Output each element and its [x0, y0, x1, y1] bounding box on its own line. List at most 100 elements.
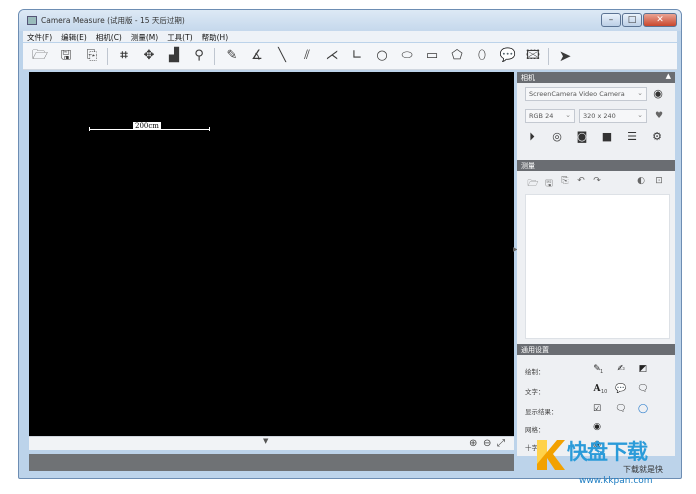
move-icon[interactable]: ✥: [138, 46, 160, 66]
scale-ruler[interactable]: 200cm: [89, 122, 210, 132]
watermark-subtitle: 下载就是快: [623, 465, 663, 474]
histogram-icon[interactable]: ▟: [163, 46, 185, 66]
crop-icon[interactable]: ⌗: [113, 46, 135, 66]
grid-label: 网格：: [525, 426, 545, 434]
toolbar-separator: [548, 48, 549, 65]
open-icon[interactable]: 🗁: [29, 46, 51, 66]
viewport-bottom-bar: ▼ ⊕ ⊖ ⤢: [29, 436, 514, 450]
zoom-icon[interactable]: ⚲: [188, 46, 210, 66]
toolbar: 🗁 🖫 ⎘ ⌗ ✥ ▟ ⚲ ✎ ∡ ╲ ⫽ ⋌ ∟ ○ ⬭ ▭ ⬠ ⬯ 💬 🖾 …: [23, 43, 677, 70]
angle-icon[interactable]: ∡: [246, 46, 268, 66]
chevron-down-icon: ⌄: [637, 111, 643, 119]
pencil-icon[interactable]: ✎: [221, 46, 243, 66]
zoom-in-icon[interactable]: ⊕: [469, 438, 477, 449]
line-icon[interactable]: ╲: [271, 46, 293, 66]
format-select[interactable]: RGB 24 ⌄: [525, 109, 575, 123]
grid-eye-icon[interactable]: ◉: [591, 422, 603, 432]
circle-icon[interactable]: ○: [371, 46, 393, 66]
result-check-icon[interactable]: ☑: [591, 404, 603, 414]
export-icon[interactable]: ⎘: [559, 176, 571, 186]
draw-label: 绘制：: [525, 368, 545, 376]
visibility-icon[interactable]: ◐: [635, 176, 647, 186]
adjust-icon[interactable]: ☰: [625, 130, 639, 143]
app-icon: [27, 16, 37, 25]
lock-icon[interactable]: ⊡: [653, 176, 665, 186]
status-bar: [29, 454, 514, 471]
menu-bar: 文件(F) 编辑(E) 相机(C) 测量(M) 工具(T) 帮助(H): [23, 31, 677, 42]
right-panel: 相机 ▲ ScreenCamera Video Camera ⌄ ◉ RGB 2…: [517, 72, 675, 456]
save-measure-icon[interactable]: 🖫: [543, 176, 555, 192]
save-as-icon[interactable]: ⎘: [81, 46, 103, 66]
menu-help[interactable]: 帮助(H): [198, 31, 234, 42]
camera-viewport[interactable]: 200cm: [29, 72, 514, 436]
format-select-value: RGB 24: [529, 112, 554, 120]
toolbar-separator: [214, 48, 215, 65]
record-icon[interactable]: ■: [600, 130, 614, 143]
chevron-down-icon: ⌄: [637, 89, 643, 97]
window-title: Camera Measure (试用版 - 15 天后过期): [41, 16, 185, 25]
stop-icon[interactable]: ◎: [550, 130, 564, 143]
parallel-lines-icon[interactable]: ⫽: [296, 46, 318, 66]
save-icon[interactable]: 🖫: [55, 46, 77, 66]
main-window: Camera Measure (试用版 - 15 天后过期) – □ ✕ 文件(…: [18, 9, 682, 479]
text-label: 文字：: [525, 388, 545, 396]
fill-icon[interactable]: ◩: [637, 364, 649, 374]
toolbar-separator: [107, 48, 108, 65]
result-bubble-outline-icon[interactable]: ◯: [637, 404, 649, 414]
ruler-tick-left: [89, 127, 90, 131]
undo-icon[interactable]: ↶: [575, 176, 587, 186]
pencil-width-value: 1: [600, 369, 604, 375]
collapse-up-icon[interactable]: ▲: [666, 72, 671, 80]
freeform-icon[interactable]: ⬯: [471, 46, 493, 66]
ruler-tick-right: [209, 127, 210, 131]
ruler-label: 200cm: [133, 122, 161, 130]
camera-panel-header[interactable]: 相机 ▲: [517, 72, 675, 83]
resolution-select-value: 320 x 240: [583, 112, 616, 120]
watermark-url: www.kkpan.com: [579, 476, 653, 486]
snapshot-icon[interactable]: ◙: [575, 130, 589, 143]
device-select[interactable]: ScreenCamera Video Camera ⌄: [525, 87, 647, 101]
menu-file[interactable]: 文件(F): [23, 31, 57, 42]
result-bubble-icon[interactable]: 🗨: [615, 404, 627, 414]
minimize-button[interactable]: –: [601, 13, 621, 27]
polygon-icon[interactable]: ⬠: [446, 46, 468, 66]
menu-measure[interactable]: 测量(M): [127, 31, 163, 42]
collapse-down-icon[interactable]: ▼: [263, 437, 268, 445]
zoom-out-icon[interactable]: ⊖: [483, 438, 491, 449]
image-icon[interactable]: 🖾: [522, 46, 544, 66]
close-button[interactable]: ✕: [643, 13, 677, 27]
measure-panel-header[interactable]: 测量: [517, 160, 675, 171]
play-icon[interactable]: ⏵: [525, 130, 539, 144]
show-result-label: 显示结果：: [525, 408, 558, 416]
menu-camera[interactable]: 相机(C): [92, 31, 127, 42]
maximize-button[interactable]: □: [622, 13, 642, 27]
redo-icon[interactable]: ↷: [591, 176, 603, 186]
open-measure-icon[interactable]: 🗁: [527, 176, 539, 192]
heart-icon[interactable]: ♥: [653, 111, 665, 121]
menu-edit[interactable]: 编辑(E): [57, 31, 92, 42]
polyline-icon[interactable]: ∟: [346, 46, 368, 66]
rectangle-icon[interactable]: ▭: [421, 46, 443, 66]
measure-panel-title: 测量: [521, 162, 535, 170]
arrow-angle-icon[interactable]: ⋌: [321, 46, 343, 66]
eye-icon[interactable]: ◉: [651, 87, 665, 100]
settings-panel-title: 通用设置: [521, 346, 549, 354]
edit-color-icon[interactable]: ✍: [615, 364, 627, 374]
font-size-value: 10: [601, 389, 608, 395]
measure-list[interactable]: [525, 194, 670, 339]
watermark-title: 快盘下载: [567, 440, 648, 464]
text-bubble-fill-icon[interactable]: 🗨: [637, 384, 649, 394]
ellipse-icon[interactable]: ⬭: [396, 46, 418, 66]
menu-tools[interactable]: 工具(T): [163, 31, 197, 42]
chevron-down-icon: ⌄: [565, 111, 571, 119]
pointer-icon[interactable]: ➤: [554, 46, 576, 66]
settings-gear-icon[interactable]: ⚙: [650, 130, 664, 143]
resolution-select[interactable]: 320 x 240 ⌄: [579, 109, 647, 123]
text-bubble-icon[interactable]: 💬: [615, 384, 627, 394]
settings-panel-header[interactable]: 通用设置: [517, 344, 675, 355]
fit-icon[interactable]: ⤢: [497, 438, 505, 449]
camera-panel-title: 相机: [521, 74, 535, 82]
comment-icon[interactable]: 💬: [497, 46, 519, 66]
device-select-value: ScreenCamera Video Camera: [529, 90, 625, 98]
title-bar[interactable]: Camera Measure (试用版 - 15 天后过期) – □ ✕: [19, 10, 681, 31]
